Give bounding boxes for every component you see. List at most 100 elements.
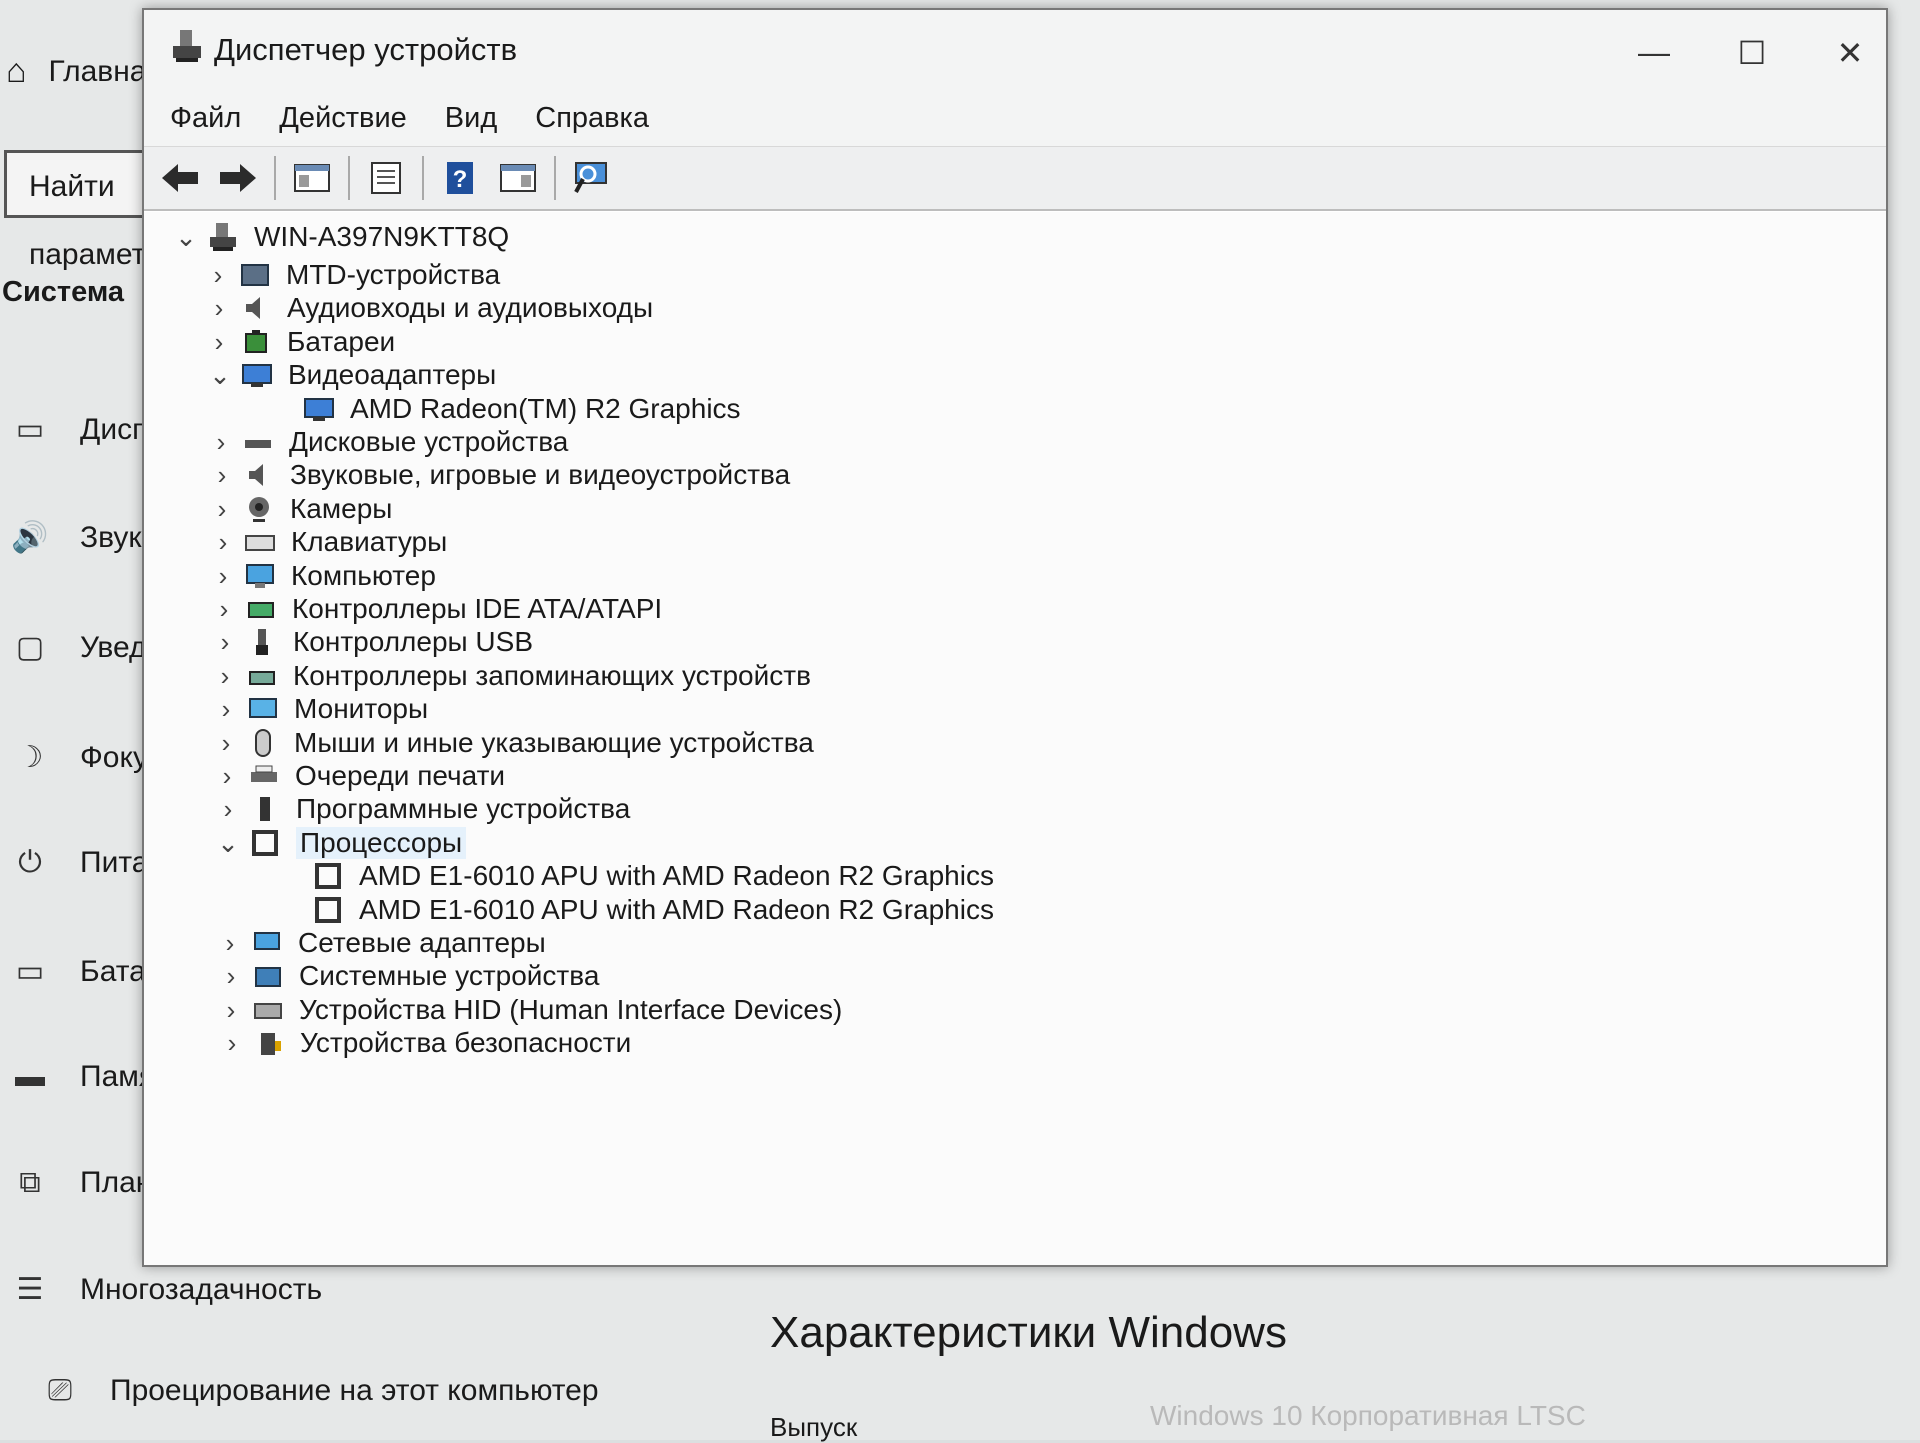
sound-device-icon bbox=[240, 458, 278, 492]
system-device-icon bbox=[249, 959, 287, 993]
nav-item-projecting[interactable]: ⎚ Проецирование на этот компьютер bbox=[30, 1374, 599, 1408]
security-device-icon bbox=[250, 1026, 288, 1060]
storage-controller-icon bbox=[243, 659, 281, 693]
release-value: Windows 10 Корпоративная LTSC bbox=[1150, 1400, 1586, 1431]
tree-category-sound-device[interactable]: › Звуковые, игровые и видеоустройства bbox=[204, 456, 791, 494]
minimize-button[interactable]: — bbox=[1624, 34, 1684, 71]
chevron-right-icon[interactable]: › bbox=[207, 627, 243, 658]
tree-category-audio-io[interactable]: › Аудиовходы и аудиовыходы bbox=[201, 289, 654, 327]
notifications-icon: ▢ bbox=[15, 631, 45, 664]
chevron-right-icon[interactable]: › bbox=[205, 561, 241, 592]
maximize-button[interactable]: ☐ bbox=[1722, 34, 1782, 72]
tree-device-processor[interactable]: AMD E1-6010 APU with AMD Radeon R2 Graph… bbox=[273, 857, 994, 895]
nav-item-sound[interactable]: 🔊 Звук bbox=[0, 520, 142, 555]
tablet-icon: ⧉ bbox=[19, 1166, 41, 1199]
windows-spec-heading: Характеристики Windows bbox=[770, 1308, 1287, 1357]
camera-icon bbox=[240, 492, 278, 526]
chevron-right-icon[interactable]: › bbox=[201, 293, 237, 324]
display-adapter-icon bbox=[300, 392, 338, 426]
back-icon bbox=[162, 164, 198, 192]
mtd-device-icon bbox=[236, 258, 274, 292]
display-adapter-icon bbox=[238, 358, 276, 392]
nav-item-multitasking[interactable]: ☰ Многозадачность bbox=[0, 1272, 323, 1307]
keyboard-icon bbox=[241, 525, 279, 559]
toolbar: ? bbox=[144, 146, 1886, 211]
scan-hardware-button[interactable] bbox=[570, 156, 614, 200]
show-hide-console-tree-button[interactable] bbox=[290, 156, 334, 200]
tree-node-label: Мониторы bbox=[294, 693, 429, 724]
tree-node-label: AMD Radeon(TM) R2 Graphics bbox=[350, 393, 741, 424]
chevron-down-icon[interactable]: ⌄ bbox=[202, 360, 238, 391]
tree-node-label: Программные устройства bbox=[296, 793, 631, 824]
chevron-right-icon[interactable]: › bbox=[203, 427, 239, 458]
tree-node-label: Видеоадаптеры bbox=[288, 359, 497, 390]
chevron-right-icon[interactable]: › bbox=[213, 995, 249, 1026]
release-label: Выпуск bbox=[770, 1412, 858, 1442]
tree-node-label: Контроллеры запоминающих устройств bbox=[293, 660, 811, 691]
chevron-right-icon[interactable]: › bbox=[205, 527, 241, 558]
tree-category-security-device[interactable]: › Устройства безопасности bbox=[214, 1024, 632, 1062]
chevron-right-icon[interactable]: › bbox=[214, 1028, 250, 1059]
nav-label: Звук bbox=[80, 520, 142, 554]
computer-icon bbox=[241, 559, 279, 593]
nav-label: Многозадачность bbox=[80, 1272, 323, 1306]
tree-node-label: Очереди печати bbox=[295, 760, 506, 791]
menu-file[interactable]: Файл bbox=[170, 102, 241, 135]
sound-icon: 🔊 bbox=[11, 521, 49, 554]
chevron-right-icon[interactable]: › bbox=[212, 928, 248, 959]
tree-category-usb[interactable]: › Контроллеры USB bbox=[207, 623, 533, 661]
menu-view[interactable]: Вид bbox=[445, 102, 497, 135]
chevron-right-icon[interactable]: › bbox=[207, 661, 243, 692]
tree-category-keyboard[interactable]: › Клавиатуры bbox=[205, 523, 448, 561]
tree-category-monitor[interactable]: › Мониторы bbox=[208, 690, 428, 728]
chevron-down-icon[interactable]: ⌄ bbox=[210, 828, 246, 859]
device-properties-icon bbox=[371, 162, 401, 194]
tree-category-display-adapter[interactable]: ⌄ Видеоадаптеры bbox=[202, 356, 496, 394]
menu-help[interactable]: Справка bbox=[535, 102, 649, 135]
tree-node-label: Контроллеры USB bbox=[293, 626, 533, 657]
toolbar-separator bbox=[274, 156, 276, 200]
chevron-right-icon[interactable]: › bbox=[200, 260, 236, 291]
title-bar[interactable]: Диспетчер устройств — ☐ ✕ bbox=[144, 10, 1886, 90]
tree-category-system-device[interactable]: › Системные устройства bbox=[213, 957, 600, 995]
storage-icon: ▬ bbox=[15, 1060, 45, 1093]
chevron-right-icon[interactable]: › bbox=[208, 728, 244, 759]
ide-controller-icon bbox=[242, 592, 280, 626]
focus-assist-icon: ☽ bbox=[16, 741, 44, 774]
print-queue-icon bbox=[245, 759, 283, 793]
toolbar-separator bbox=[554, 156, 556, 200]
chevron-right-icon[interactable]: › bbox=[201, 327, 237, 358]
tree-node-label: Аудиовходы и аудиовыходы bbox=[287, 292, 654, 323]
help-icon: ? bbox=[447, 162, 473, 194]
usb-icon bbox=[243, 625, 281, 659]
computer-root-icon bbox=[204, 220, 242, 254]
properties-button[interactable] bbox=[364, 156, 408, 200]
chevron-right-icon[interactable]: › bbox=[213, 961, 249, 992]
forward-button[interactable] bbox=[216, 156, 260, 200]
tree-category-software-device[interactable]: › Программные устройства bbox=[210, 790, 631, 828]
menu-action[interactable]: Действие bbox=[279, 102, 406, 135]
action-pane-button[interactable] bbox=[496, 156, 540, 200]
tree-node-label: Сетевые адаптеры bbox=[298, 927, 546, 958]
chevron-right-icon[interactable]: › bbox=[210, 794, 246, 825]
home-link[interactable]: ⌂ Главная bbox=[0, 52, 163, 91]
chevron-right-icon[interactable]: › bbox=[204, 460, 240, 491]
chevron-down-icon[interactable]: ⌄ bbox=[168, 222, 204, 253]
tree-root[interactable]: ⌄ WIN-A397N9KTT8Q bbox=[168, 218, 509, 256]
chevron-right-icon[interactable]: › bbox=[206, 594, 242, 625]
properties-pane-icon bbox=[294, 164, 330, 192]
tree-node-label: Устройства безопасности bbox=[300, 1027, 632, 1058]
tree-node-label: Дисковые устройства bbox=[289, 426, 569, 457]
chevron-right-icon[interactable]: › bbox=[209, 761, 245, 792]
help-button[interactable]: ? bbox=[438, 156, 482, 200]
chevron-right-icon[interactable]: › bbox=[208, 694, 244, 725]
tree-node-label: Батареи bbox=[287, 326, 396, 357]
tree-node-label: Мыши и иные указывающие устройства bbox=[294, 727, 814, 758]
chevron-right-icon[interactable]: › bbox=[204, 494, 240, 525]
tree-node-label: Процессоры bbox=[296, 827, 467, 859]
hid-icon bbox=[249, 993, 287, 1027]
tree-node-label: Камеры bbox=[290, 493, 393, 524]
display-icon: ▭ bbox=[15, 413, 45, 446]
back-button[interactable] bbox=[158, 156, 202, 200]
close-button[interactable]: ✕ bbox=[1820, 34, 1880, 72]
